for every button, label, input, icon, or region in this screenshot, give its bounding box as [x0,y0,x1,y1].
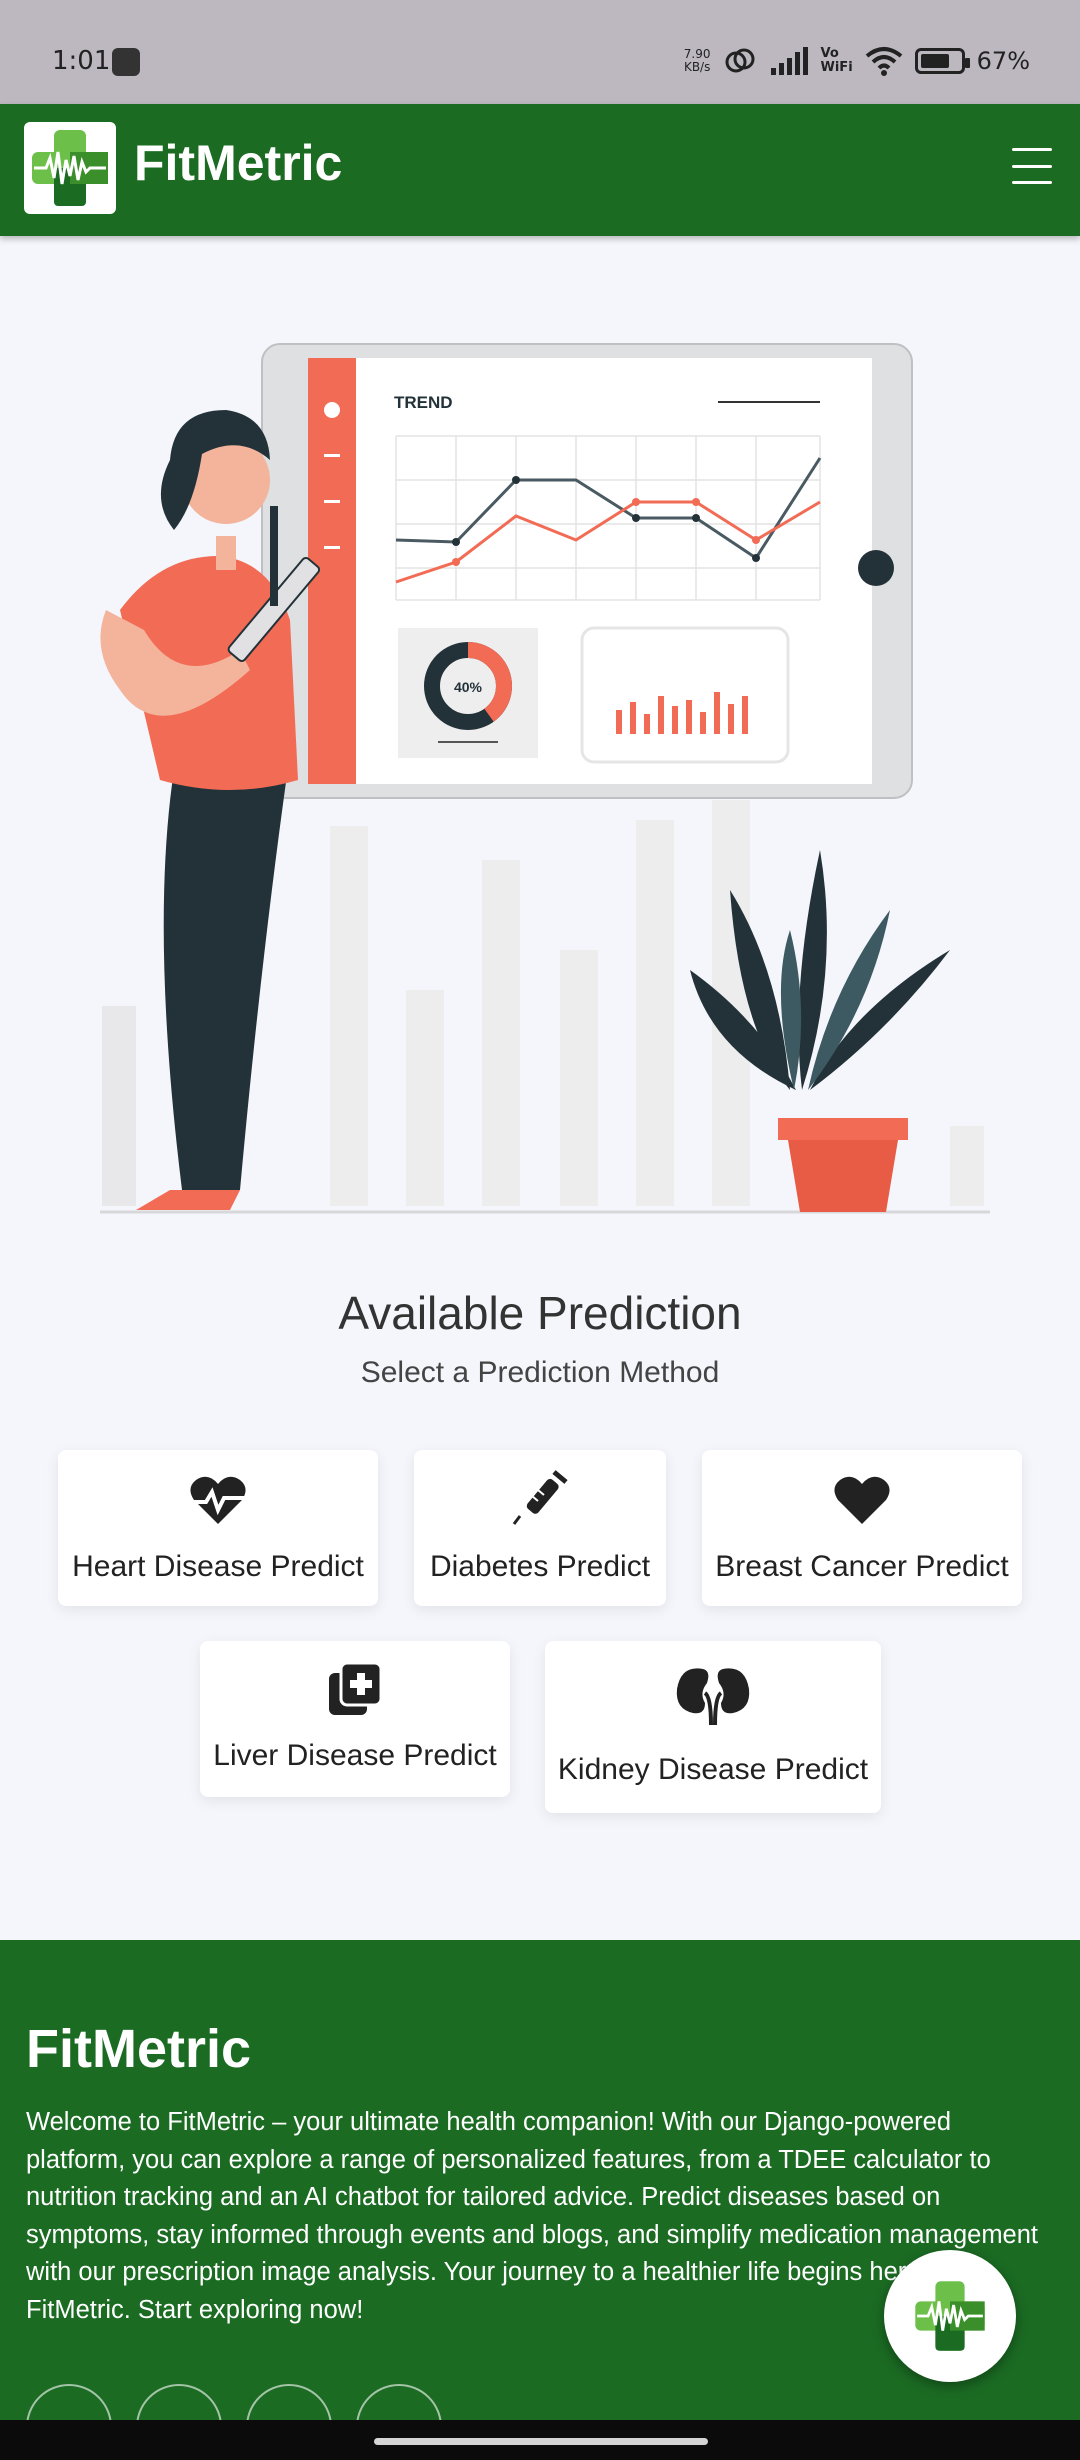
status-bar: 1:01 7.90 KB/s Vo WiFi 67% [0,0,1080,104]
notification-icon [112,48,140,76]
medical-notes-icon [329,1661,383,1715]
diabetes-card[interactable]: Diabetes Predict [414,1450,666,1606]
card-label: Breast Cancer Predict [715,1550,1009,1583]
donut-label: 40% [454,679,483,695]
dashboard-title: TREND [394,393,453,412]
card-label: Heart Disease Predict [72,1550,364,1583]
syringe-icon [512,1470,568,1525]
chatbot-button[interactable] [884,2250,1016,2382]
footer: FitMetric Welcome to FitMetric – your ul… [0,1940,1080,2460]
home-indicator[interactable] [374,2438,708,2445]
status-icons: 7.90 KB/s Vo WiFi 67% [684,44,1030,78]
liver-disease-card[interactable]: Liver Disease Predict [200,1641,510,1797]
hamburger-menu-icon[interactable] [1012,148,1052,184]
link-icon [725,48,755,73]
wifi-icon [865,47,902,76]
kidneys-icon [676,1668,750,1726]
battery-icon [914,48,970,74]
brand-name[interactable]: FitMetric [134,134,342,192]
card-label: Diabetes Predict [429,1550,651,1583]
heart-icon [834,1476,890,1524]
network-speed: 7.90 KB/s [683,47,711,74]
vowifi-indicator: Vo WiFi [820,46,853,75]
kidney-disease-card[interactable]: Kidney Disease Predict [545,1641,881,1813]
card-label: Kidney Disease Predict [557,1753,869,1786]
section-title: Available Prediction [338,1287,742,1339]
card-label: Liver Disease Predict [213,1739,497,1772]
hero-illustration: TREND 40% [100,343,990,1214]
footer-brand: FitMetric [26,2019,252,2079]
health-cross-icon [915,2281,985,2351]
health-cross-icon[interactable] [24,122,116,214]
navbar: FitMetric [0,104,1080,236]
signal-icon [770,47,808,75]
heartbeat-icon [190,1476,246,1524]
breast-cancer-card[interactable]: Breast Cancer Predict [702,1450,1022,1606]
section-subtitle: Select a Prediction Method [360,1356,720,1389]
status-time: 1:01 [52,46,111,76]
heart-disease-card[interactable]: Heart Disease Predict [58,1450,378,1606]
battery-percent: 67% [976,47,1030,75]
